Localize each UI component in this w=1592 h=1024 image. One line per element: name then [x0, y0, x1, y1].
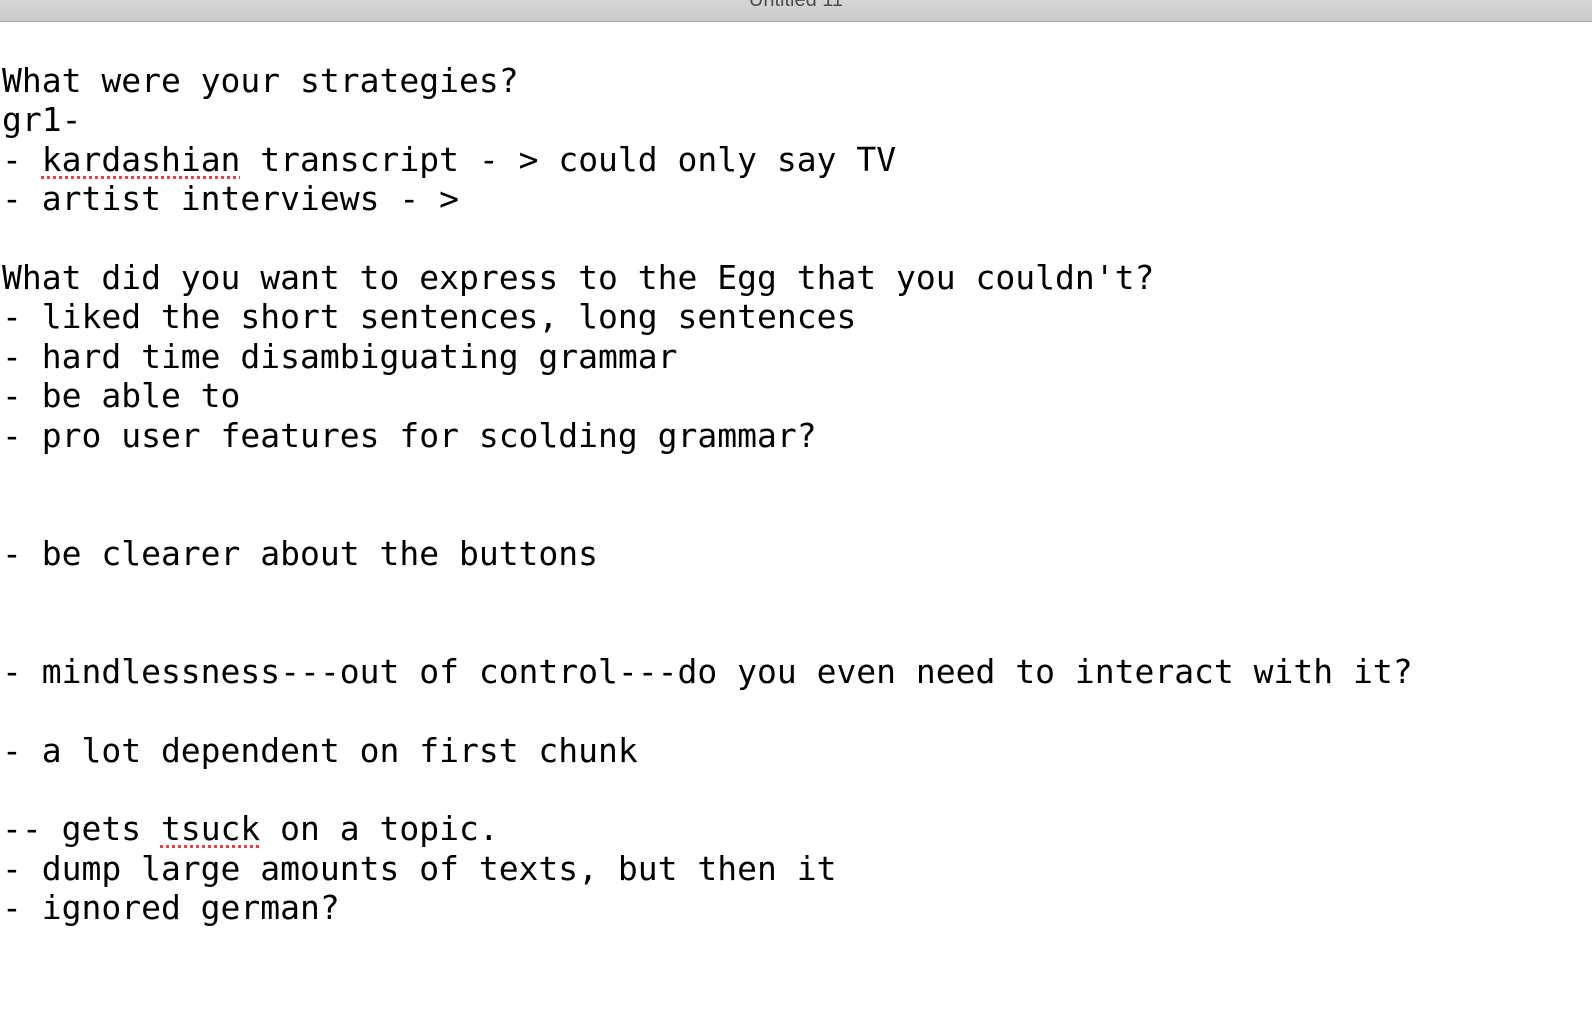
line-text: -- gets: [2, 809, 161, 849]
document-line: [2, 573, 1592, 612]
line-text: on a topic.: [260, 809, 499, 849]
window-title: Untitled 11: [748, 0, 844, 11]
line-text: gr1-: [2, 100, 82, 140]
document-line: - hard time disambiguating grammar: [2, 337, 1592, 376]
document-line: -- gets tsuck on a topic.: [2, 809, 1592, 848]
line-text: transcript - > could only say TV: [240, 139, 897, 179]
document-line: - dump large amounts of texts, but then …: [2, 849, 1592, 888]
line-text: - ignored german?: [2, 888, 340, 928]
text-editor-window: Untitled 11 What were your strategies? gr…: [0, 0, 1592, 1024]
document-line: - be clearer about the buttons: [2, 534, 1592, 573]
document-line: [2, 219, 1592, 258]
document-line: What were your strategies?: [2, 61, 1592, 100]
line-text: - liked the short sentences, long senten…: [2, 297, 857, 337]
line-text: -: [2, 139, 42, 179]
document-line: - artist interviews - >: [2, 179, 1592, 218]
misspelled-word: kardashian: [41, 139, 241, 179]
document-line: [2, 494, 1592, 533]
document-line: gr1-: [2, 100, 1592, 139]
line-text: - dump large amounts of texts, but then …: [2, 848, 837, 888]
line-text: - be clearer about the buttons: [2, 533, 599, 573]
line-text: What did you want to express to the Egg …: [2, 257, 1155, 297]
line-text: What were your strategies?: [2, 61, 519, 100]
document-line: [2, 770, 1592, 809]
line-text: - pro user features for scolding grammar…: [2, 415, 817, 455]
document-line: - be able to: [2, 376, 1592, 415]
document-line: [2, 455, 1592, 494]
document-line: - mindlessness---out of control---do you…: [2, 652, 1592, 691]
document-line: - liked the short sentences, long senten…: [2, 297, 1592, 336]
line-text: - mindlessness---out of control---do you…: [2, 651, 1413, 691]
document-line: - kardashian transcript - > could only s…: [2, 140, 1592, 179]
line-text: - be able to: [2, 376, 241, 416]
document-line: [2, 691, 1592, 730]
document-line: - a lot dependent on first chunk: [2, 731, 1592, 770]
text-editor-area[interactable]: What were your strategies? gr1- - kardashi…: [0, 22, 1592, 1024]
line-text: - a lot dependent on first chunk: [2, 730, 638, 770]
document-line: - pro user features for scolding grammar…: [2, 416, 1592, 455]
line-text: - artist interviews - >: [2, 179, 459, 219]
document-line: [2, 612, 1592, 651]
document-body[interactable]: What were your strategies? gr1- - kardashi…: [2, 61, 1592, 928]
line-text: - hard time disambiguating grammar: [2, 336, 678, 376]
misspelled-word: tsuck: [160, 809, 261, 849]
document-line: What did you want to express to the Egg …: [2, 258, 1592, 297]
title-bar[interactable]: Untitled 11: [0, 0, 1592, 22]
document-line: - ignored german?: [2, 888, 1592, 927]
